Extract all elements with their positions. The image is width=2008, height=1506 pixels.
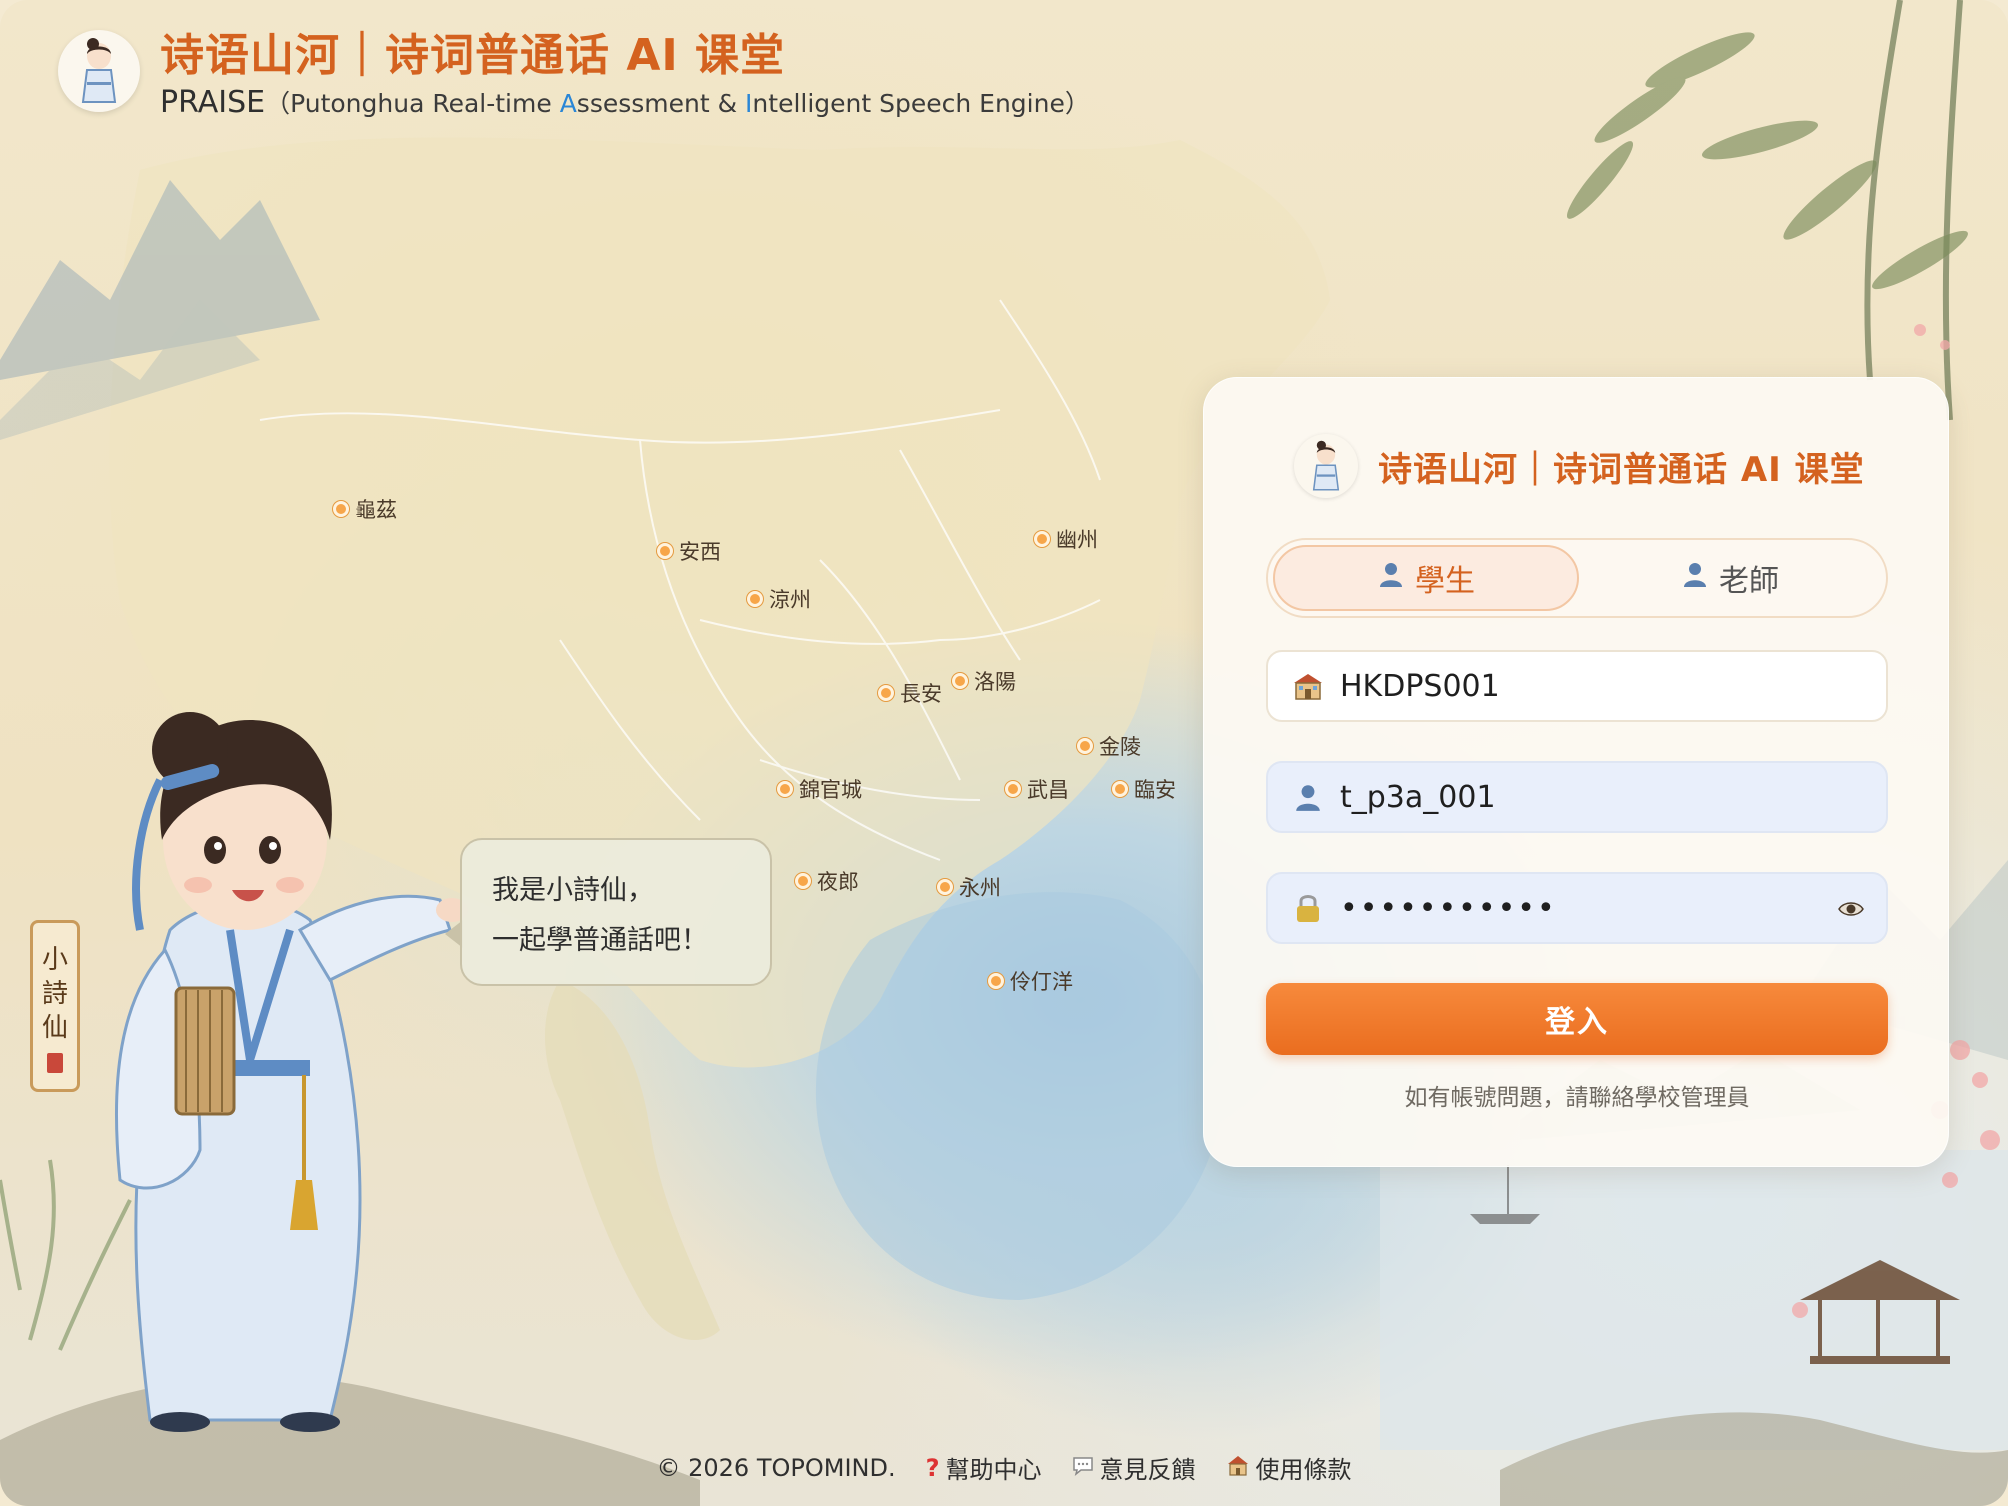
subtitle-part: ntelligent Speech Engine） — [752, 89, 1090, 118]
city-label: 洛陽 — [952, 666, 1016, 696]
login-button[interactable]: 登入 — [1266, 983, 1888, 1055]
city-label: 夜郎 — [795, 866, 859, 896]
house-icon — [1226, 1454, 1250, 1482]
city-marker-icon — [952, 673, 968, 689]
city-label: 金陵 — [1077, 731, 1141, 761]
app-header: 诗语山河｜诗词普通话 AI 课堂 PRAISE（Putonghua Real-t… — [58, 30, 1090, 119]
eye-icon[interactable] — [1838, 891, 1864, 926]
lock-icon — [1288, 892, 1328, 924]
terms-link[interactable]: 使用條款 — [1226, 1450, 1352, 1485]
tab-student[interactable]: 學生 — [1273, 545, 1579, 611]
city-label: 安西 — [657, 536, 721, 566]
seal-char: 仙 — [41, 1013, 68, 1043]
city-label: 幽州 — [1034, 524, 1098, 554]
mascot-logo-icon — [58, 30, 140, 112]
help-center-label: 幫助中心 — [945, 1456, 1042, 1484]
city-label: 錦官城 — [777, 774, 862, 804]
city-marker-icon — [1077, 738, 1093, 754]
feedback-label: 意見反饋 — [1099, 1456, 1196, 1484]
city-marker-icon — [1112, 781, 1128, 797]
seal-char: 詩 — [41, 979, 68, 1009]
user-icon — [1681, 560, 1709, 596]
mascot-logo-icon — [1294, 434, 1358, 498]
help-center-link[interactable]: ? 幫助中心 — [926, 1450, 1042, 1485]
praise-label: PRAISE — [160, 85, 266, 120]
bubble-line: 我是小詩仙， — [492, 875, 654, 906]
city-marker-icon — [657, 543, 673, 559]
card-header: 诗语山河｜诗词普通话 AI 课堂 — [1294, 434, 1865, 498]
city-marker-icon — [937, 879, 953, 895]
school-code-value: HKDPS001 — [1340, 668, 1500, 704]
city-label: 伶仃洋 — [988, 966, 1073, 996]
card-title: 诗语山河｜诗词普通话 AI 课堂 — [1378, 449, 1865, 490]
subtitle-highlight-a: A — [559, 89, 577, 118]
city-marker-icon — [333, 501, 349, 517]
app-title: 诗语山河｜诗词普通话 AI 课堂 — [160, 30, 786, 81]
city-marker-icon — [988, 973, 1004, 989]
help-text: 如有帳號問題，請聯絡學校管理員 — [1404, 1085, 1750, 1111]
city-label: 永州 — [937, 872, 1001, 902]
city-marker-icon — [878, 685, 894, 701]
login-card: 诗语山河｜诗词普通话 AI 课堂 學生 老師 HKDPS001 t_p3a_00… — [1203, 377, 1949, 1167]
mascot-speech-bubble: 我是小詩仙， 一起學普通話吧！ — [460, 838, 772, 986]
user-icon — [1377, 560, 1405, 596]
city-label: 涼州 — [747, 584, 811, 614]
user-icon — [1288, 782, 1328, 812]
password-mask: ••••••••••• — [1340, 890, 1557, 926]
footer: © 2026 TOPOMIND. ? 幫助中心 意見反饋 使用條款 — [0, 1450, 2008, 1485]
school-icon — [1288, 671, 1328, 701]
school-code-field[interactable]: HKDPS001 — [1266, 650, 1888, 722]
password-field[interactable]: ••••••••••• — [1266, 872, 1888, 944]
city-marker-icon — [777, 781, 793, 797]
tab-student-label: 學生 — [1415, 564, 1475, 599]
city-marker-icon — [1005, 781, 1021, 797]
subtitle-part: ssessment & — [576, 89, 746, 118]
subtitle-part: （Putonghua Real-time — [265, 89, 560, 118]
city-label: 長安 — [878, 678, 942, 708]
speech-bubble-icon — [1072, 1454, 1094, 1482]
copyright-text: © 2026 TOPOMIND. — [656, 1453, 896, 1482]
city-label: 龜茲 — [333, 494, 397, 524]
bubble-line: 一起學普通話吧！ — [492, 925, 708, 956]
app-subtitle: PRAISE（Putonghua Real-time Assessment & … — [160, 88, 1090, 119]
mascot-name-seal: 小 詩 仙 — [30, 920, 80, 1092]
city-marker-icon — [795, 873, 811, 889]
login-page: 诗语山河｜诗词普通话 AI 课堂 PRAISE（Putonghua Real-t… — [0, 0, 2008, 1506]
role-tabs: 學生 老師 — [1266, 538, 1888, 618]
seal-char: 小 — [41, 945, 68, 975]
city-marker-icon — [1034, 531, 1050, 547]
red-stamp-icon — [47, 1053, 63, 1073]
city-marker-icon — [747, 591, 763, 607]
username-field[interactable]: t_p3a_001 — [1266, 761, 1888, 833]
city-label: 臨安 — [1112, 774, 1176, 804]
username-value: t_p3a_001 — [1340, 779, 1496, 815]
city-label: 武昌 — [1005, 774, 1069, 804]
question-icon: ? — [925, 1453, 940, 1482]
terms-label: 使用條款 — [1255, 1456, 1352, 1484]
tab-teacher[interactable]: 老師 — [1579, 545, 1881, 611]
tab-teacher-label: 老師 — [1719, 564, 1779, 599]
feedback-link[interactable]: 意見反饋 — [1072, 1450, 1196, 1485]
